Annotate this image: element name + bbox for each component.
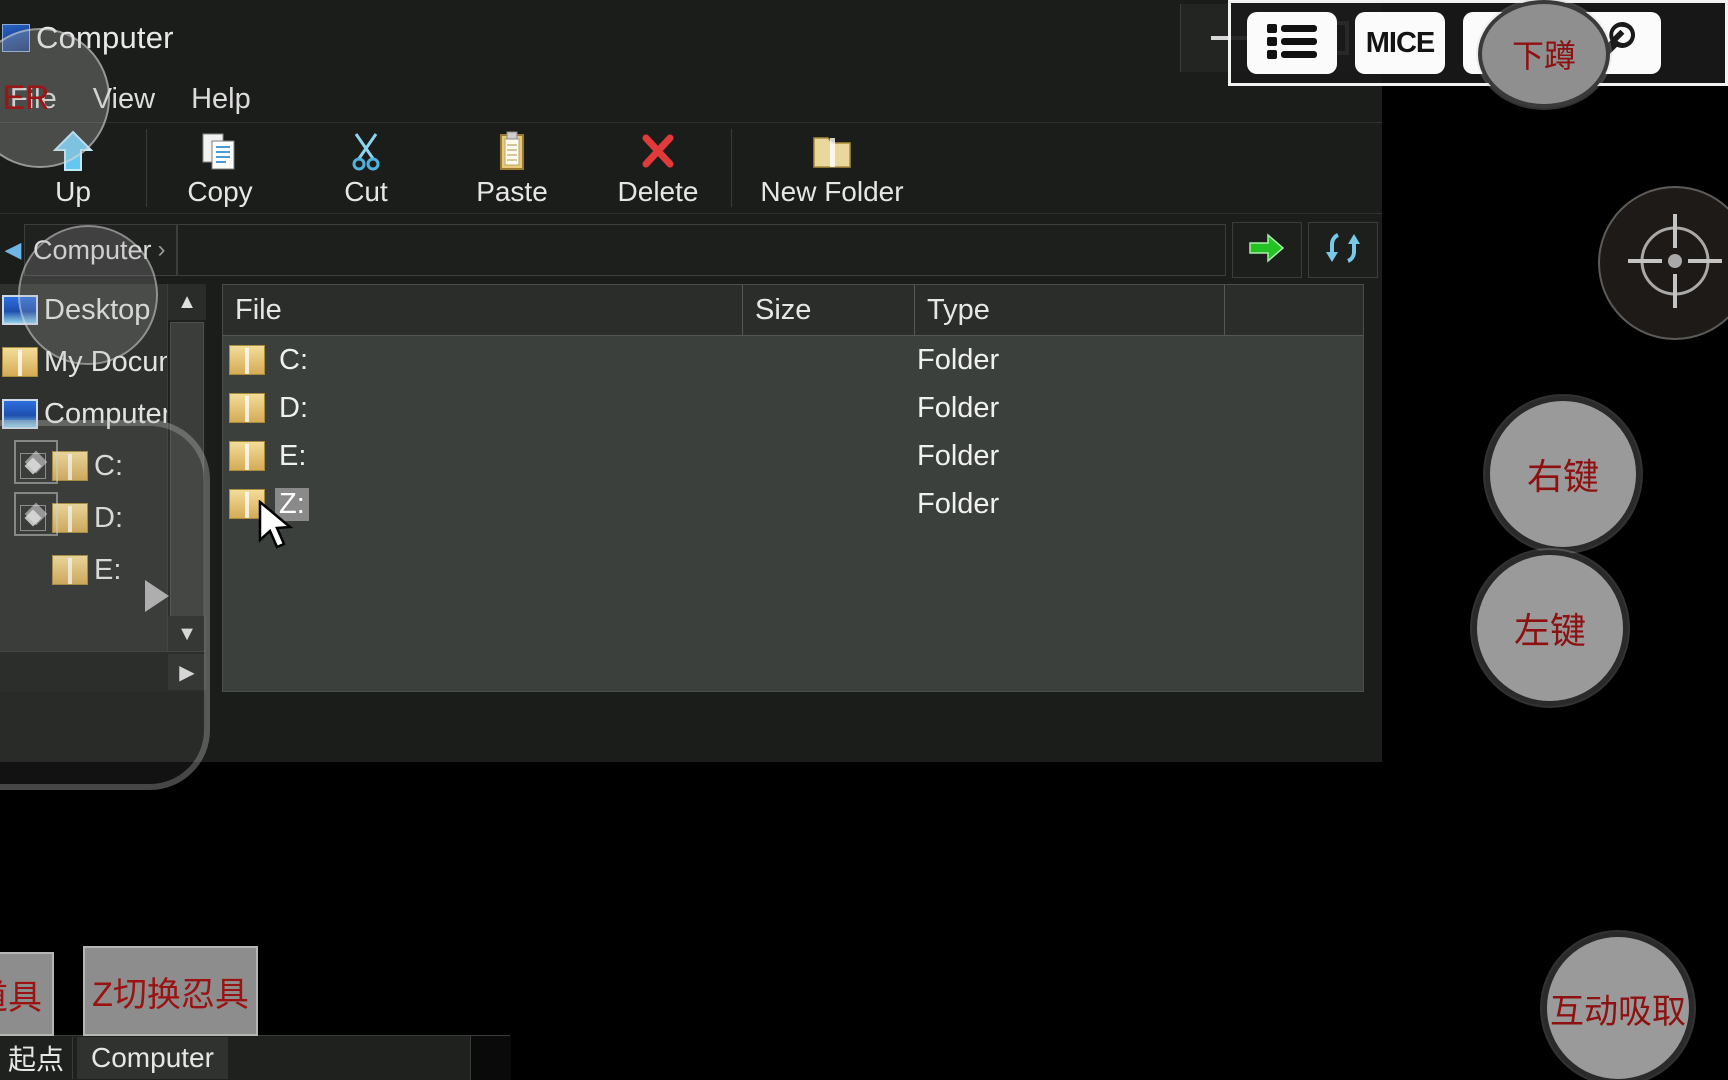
right-click-label: 右键 [1526, 456, 1599, 497]
taskbar-tray [470, 1036, 511, 1080]
interact-button[interactable]: 互动吸取 [1542, 932, 1694, 1080]
column-header-file[interactable]: File [223, 285, 743, 335]
refresh-button[interactable] [1308, 222, 1378, 278]
file-cell: E: [223, 440, 743, 473]
table-row[interactable]: Z: Folder [223, 480, 1363, 528]
ghost-button-a[interactable] [14, 440, 58, 484]
column-header-size[interactable]: Size [743, 285, 915, 335]
toolbar-paste-button[interactable]: Paste [439, 123, 585, 213]
toolbar-cut-button[interactable]: Cut [293, 123, 439, 213]
table-row[interactable]: D: Folder [223, 384, 1363, 432]
new-folder-icon [810, 128, 854, 174]
play-triangle-icon[interactable] [145, 580, 169, 612]
diamond-icon [24, 450, 48, 474]
left-click-button[interactable]: 左键 [1472, 550, 1628, 706]
toolbar-cut-label: Cut [344, 176, 388, 207]
toolbar-new-folder-button[interactable]: New Folder [732, 123, 932, 213]
diamond-icon [24, 502, 48, 526]
window-titlebar: Computer [0, 0, 1382, 76]
screen-root: Computer File View Help Up Copy Cut Past… [0, 0, 1728, 1080]
overlay-toolbar: MICE [1228, 0, 1728, 86]
toolbar-copy-button[interactable]: Copy [147, 123, 293, 213]
crosshair-icon [1620, 206, 1728, 321]
crouch-button[interactable]: 下蹲 [1478, 0, 1610, 108]
file-list-header: File Size Type [223, 285, 1363, 336]
clipboard-icon [492, 128, 532, 174]
chevron-right-icon: › [157, 236, 166, 263]
crouch-label: 下蹲 [1511, 38, 1576, 74]
aim-crosshair-button[interactable] [1598, 186, 1728, 340]
mice-label: MICE [1365, 26, 1435, 59]
right-click-button[interactable]: 右键 [1485, 396, 1641, 552]
item-key-button[interactable]: 道具 [0, 952, 54, 1036]
toolbar-up-label: Up [55, 176, 91, 207]
go-button[interactable] [1232, 222, 1302, 278]
address-bar: ◀ Computer › [0, 216, 1382, 284]
table-row[interactable]: C: Folder [223, 336, 1363, 384]
folder-icon [229, 345, 265, 375]
scroll-up-icon[interactable]: ▲ [168, 284, 206, 320]
folder-icon [229, 441, 265, 471]
list-button[interactable] [1247, 12, 1337, 74]
address-input[interactable] [176, 224, 1226, 276]
type-cell: Folder [917, 439, 1000, 472]
file-cell: C: [223, 344, 743, 377]
taskbar: 起点 Computer [0, 1035, 510, 1080]
column-header-extra[interactable] [1225, 285, 1363, 335]
file-cell: D: [223, 392, 743, 425]
toolbar-copy-label: Copy [187, 176, 253, 207]
column-header-type[interactable]: Type [915, 285, 1225, 335]
list-icon [1265, 20, 1319, 67]
file-name: E: [279, 439, 307, 472]
toolbar-delete-button[interactable]: Delete [585, 123, 731, 213]
toolbar-delete-label: Delete [617, 176, 699, 207]
table-row[interactable]: E: Folder [223, 432, 1363, 480]
refresh-icon [1324, 231, 1362, 270]
toolbar-paste-label: Paste [476, 176, 548, 207]
toolbar: Up Copy Cut Paste Delete New Folder [0, 122, 1382, 214]
type-cell: Folder [917, 343, 1000, 376]
switch-key-label: Z切换忍具 [92, 975, 249, 1014]
menu-bar: File View Help [0, 76, 1382, 122]
green-arrow-right-icon [1247, 231, 1287, 270]
mice-button[interactable]: MICE [1355, 12, 1445, 74]
left-stick-label: ER [2, 78, 50, 117]
folder-icon [2, 347, 38, 377]
red-x-icon [638, 128, 678, 174]
file-list[interactable]: File Size Type C: Folder D: Folder E: Fo… [222, 284, 1364, 692]
left-click-label: 左键 [1513, 610, 1586, 651]
file-name: C: [279, 343, 308, 376]
copy-icon [200, 128, 240, 174]
dpad-ghost[interactable] [18, 225, 158, 365]
start-button[interactable]: 起点 [0, 1037, 73, 1079]
file-name: D: [279, 391, 308, 424]
menu-help[interactable]: Help [173, 83, 269, 116]
taskbar-item-computer[interactable]: Computer [77, 1037, 228, 1079]
ghost-button-b[interactable] [14, 492, 58, 536]
type-cell: Folder [917, 391, 1000, 424]
back-arrow-icon[interactable]: ◀ [4, 230, 22, 270]
folder-icon [229, 393, 265, 423]
scissors-icon [346, 128, 386, 174]
interact-label: 互动吸取 [1550, 992, 1686, 1031]
toolbar-new-folder-label: New Folder [760, 176, 904, 207]
file-cell: Z: [223, 487, 743, 521]
item-key-label: 道具 [0, 978, 42, 1017]
type-cell: Folder [917, 487, 1000, 520]
switch-key-button[interactable]: Z切换忍具 [83, 946, 258, 1036]
